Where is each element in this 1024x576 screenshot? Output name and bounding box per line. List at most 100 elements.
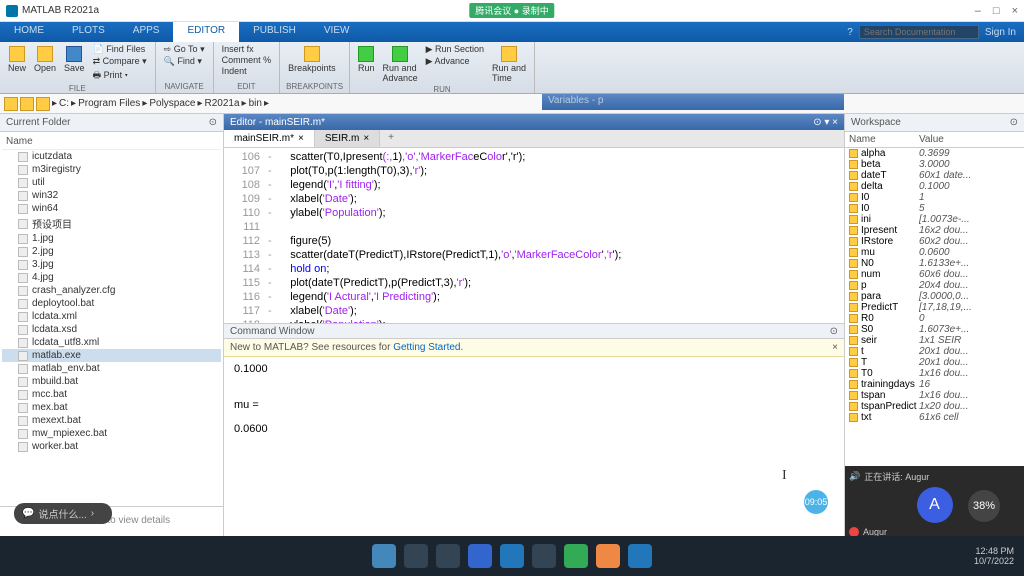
new-tab-button[interactable]: +: [380, 130, 402, 147]
file-item[interactable]: win32: [2, 189, 221, 202]
run-section[interactable]: ▶ Run Section: [424, 44, 486, 55]
workspace-var[interactable]: dateT60x1 date...: [845, 170, 1024, 181]
workspace-var[interactable]: txt61x6 cell: [845, 412, 1024, 423]
file-item[interactable]: mbuild.bat: [2, 375, 221, 388]
file-item[interactable]: mex.bat: [2, 401, 221, 414]
file-item[interactable]: mcc.bat: [2, 388, 221, 401]
indent[interactable]: Indent: [220, 66, 274, 76]
banner-close-icon[interactable]: ×: [832, 342, 838, 353]
run-button[interactable]: Run: [356, 44, 377, 75]
file-item[interactable]: icutzdata: [2, 150, 221, 163]
address-bar[interactable]: ▸C:▸Program Files▸Polyspace▸R2021a▸bin▸: [0, 94, 1024, 114]
advance[interactable]: ▶ Advance: [424, 56, 486, 67]
file-item[interactable]: lcdata.xsd: [2, 323, 221, 336]
taskbar[interactable]: 12:48 PM10/7/2022: [0, 536, 1024, 576]
search-icon[interactable]: [404, 544, 428, 568]
editor-close-icon[interactable]: ⊙ ▾ ×: [813, 117, 838, 128]
new-button[interactable]: New: [6, 44, 28, 75]
col-name[interactable]: Name: [2, 134, 221, 150]
avatar[interactable]: A: [917, 487, 953, 523]
breakpoints-button[interactable]: Breakpoints: [286, 44, 338, 75]
file-item[interactable]: m3iregistry: [2, 163, 221, 176]
workspace-var[interactable]: alpha0.3699: [845, 148, 1024, 159]
tab-close-icon[interactable]: ×: [363, 133, 369, 144]
goto[interactable]: ⇨ Go To ▾: [162, 44, 207, 55]
run-advance-button[interactable]: Run and Advance: [381, 44, 420, 85]
signin-link[interactable]: Sign In: [985, 27, 1016, 38]
file-item[interactable]: worker.bat: [2, 440, 221, 453]
workspace-var[interactable]: PredictT[17,18,19,...: [845, 302, 1024, 313]
file-item[interactable]: mexext.bat: [2, 414, 221, 427]
command-window[interactable]: 0.1000 mu = 0.0600: [224, 357, 844, 540]
workspace-var[interactable]: T20x1 dou...: [845, 357, 1024, 368]
pane-menu-icon[interactable]: ⊙: [209, 117, 217, 128]
workspace-var[interactable]: ini[1.0073e-...: [845, 214, 1024, 225]
find-files[interactable]: 📄 Find Files: [91, 44, 149, 55]
tab-publish[interactable]: PUBLISH: [239, 22, 310, 42]
workspace-var[interactable]: p20x4 dou...: [845, 280, 1024, 291]
workspace-var[interactable]: mu0.0600: [845, 247, 1024, 258]
app-icon[interactable]: [500, 544, 524, 568]
run-time-button[interactable]: Run and Time: [490, 44, 528, 85]
back-icon[interactable]: [4, 97, 18, 111]
insert[interactable]: Insert fx: [220, 44, 274, 54]
variables-panel-title[interactable]: Variables - p: [542, 94, 844, 110]
save-button[interactable]: Save: [62, 44, 87, 75]
help-icon[interactable]: ?: [847, 27, 853, 38]
workspace-var[interactable]: I05: [845, 203, 1024, 214]
file-item[interactable]: 4.jpg: [2, 271, 221, 284]
workspace-var[interactable]: R00: [845, 313, 1024, 324]
file-item[interactable]: util: [2, 176, 221, 189]
max-button[interactable]: □: [993, 5, 1000, 17]
tab-apps[interactable]: APPS: [119, 22, 174, 42]
workspace-var[interactable]: I01: [845, 192, 1024, 203]
file-item[interactable]: mw_mpiexec.bat: [2, 427, 221, 440]
file-item[interactable]: lcdata.xml: [2, 310, 221, 323]
code-editor[interactable]: 106- scatter(T0,Ipresent(:,1),'o','Marke…: [224, 148, 844, 323]
workspace-var[interactable]: para[3.0000,0...: [845, 291, 1024, 302]
meeting-icon[interactable]: [628, 544, 652, 568]
find[interactable]: 🔍 Find ▾: [162, 56, 207, 67]
workspace-var[interactable]: num60x6 dou...: [845, 269, 1024, 280]
editor-tab-1[interactable]: SEIR.m×: [315, 130, 380, 147]
tab-editor[interactable]: EDITOR: [173, 22, 239, 42]
print[interactable]: 🖶 Print ▾: [91, 68, 149, 84]
workspace-var[interactable]: N01.6133e+...: [845, 258, 1024, 269]
workspace-var[interactable]: Ipresent16x2 dou...: [845, 225, 1024, 236]
wechat-icon[interactable]: [564, 544, 588, 568]
edge-icon[interactable]: [532, 544, 556, 568]
app-icon[interactable]: [468, 544, 492, 568]
workspace-var[interactable]: beta3.0000: [845, 159, 1024, 170]
search-input[interactable]: [859, 25, 979, 39]
file-item[interactable]: lcdata_utf8.xml: [2, 336, 221, 349]
file-item[interactable]: win64: [2, 202, 221, 215]
min-button[interactable]: –: [975, 5, 981, 17]
tab-close-icon[interactable]: ×: [298, 133, 304, 144]
file-item[interactable]: 3.jpg: [2, 258, 221, 271]
workspace-var[interactable]: IRstore60x2 dou...: [845, 236, 1024, 247]
workspace-var[interactable]: S01.6073e+...: [845, 324, 1024, 335]
workspace-var[interactable]: seir1x1 SEIR: [845, 335, 1024, 346]
matlab-icon[interactable]: [596, 544, 620, 568]
file-item[interactable]: matlab_env.bat: [2, 362, 221, 375]
fwd-icon[interactable]: [20, 97, 34, 111]
chat-input[interactable]: 💬说点什么...›: [14, 503, 112, 524]
workspace-var[interactable]: trainingdays16: [845, 379, 1024, 390]
tab-plots[interactable]: PLOTS: [58, 22, 119, 42]
getting-started-link[interactable]: Getting Started: [393, 342, 460, 353]
workspace-var[interactable]: tspan1x16 dou...: [845, 390, 1024, 401]
up-icon[interactable]: [36, 97, 50, 111]
comment[interactable]: Comment %: [220, 55, 274, 65]
open-button[interactable]: Open: [32, 44, 58, 75]
cmdwin-menu-icon[interactable]: ⊙: [830, 326, 838, 336]
editor-tab-0[interactable]: mainSEIR.m*×: [224, 130, 315, 147]
file-item[interactable]: deploytool.bat: [2, 297, 221, 310]
timer-bubble[interactable]: 09:05: [804, 490, 828, 514]
close-button[interactable]: ×: [1012, 5, 1018, 17]
compare[interactable]: ⇄ Compare ▾: [91, 56, 149, 67]
tab-home[interactable]: HOME: [0, 22, 58, 42]
explorer-icon[interactable]: [436, 544, 460, 568]
workspace-var[interactable]: tspanPredict1x20 dou...: [845, 401, 1024, 412]
start-button[interactable]: [372, 544, 396, 568]
workspace-var[interactable]: delta0.1000: [845, 181, 1024, 192]
